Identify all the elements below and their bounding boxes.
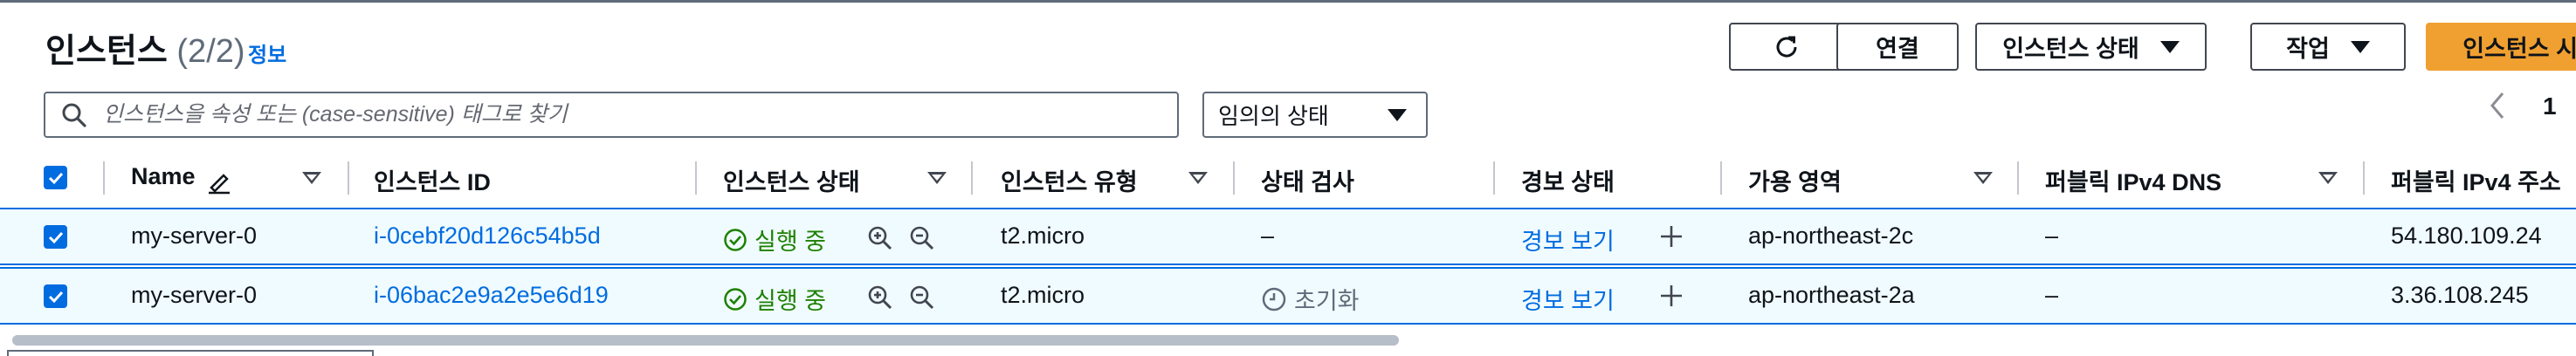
column-header-alarm-status[interactable]: 경보 상태 xyxy=(1521,163,1615,197)
row-checkbox[interactable] xyxy=(44,225,67,249)
instance-name: my-server-0 xyxy=(131,282,258,308)
public-dns: – xyxy=(2045,222,2059,249)
public-dns: – xyxy=(2045,282,2059,308)
public-ip: 54.180.109.24 xyxy=(2391,222,2542,249)
sort-caret-icon[interactable] xyxy=(1973,172,1993,184)
instance-state-label: 실행 중 xyxy=(754,288,827,314)
search-box[interactable] xyxy=(44,92,1179,138)
availability-zone: ap-northeast-2a xyxy=(1748,282,1915,308)
add-icon[interactable] xyxy=(1657,222,1685,250)
column-divider xyxy=(1493,161,1495,195)
row-checkbox[interactable] xyxy=(44,284,67,308)
edit-pencil-icon xyxy=(209,174,230,195)
table-row[interactable]: my-server-0 i-06bac2e9a2e5e6d19 실행 중 t2.… xyxy=(0,267,2576,325)
search-icon xyxy=(62,103,86,127)
page-title-text: 인스턴스 xyxy=(45,33,168,70)
column-header-instance-state[interactable]: 인스턴스 상태 xyxy=(723,163,860,197)
column-header-public-dns[interactable]: 퍼블릭 IPv4 DNS xyxy=(2045,163,2221,197)
add-icon[interactable] xyxy=(1657,282,1685,310)
column-divider xyxy=(971,161,973,195)
column-divider xyxy=(2017,161,2019,195)
instance-state-button-label: 인스턴스 상태 xyxy=(2002,36,2139,62)
check-icon xyxy=(48,291,63,303)
status-check-label: 초기화 xyxy=(1294,288,1360,314)
public-ip: 3.36.108.245 xyxy=(2391,282,2529,308)
instance-name: my-server-0 xyxy=(131,222,258,249)
state-filter-select[interactable]: 임의의 상태 xyxy=(1202,92,1428,138)
table-row[interactable]: my-server-0 i-0cebf20d126c54b5d 실행 중 t2.… xyxy=(0,208,2576,265)
zoom-out-icon[interactable] xyxy=(908,284,936,312)
refresh-button[interactable] xyxy=(1729,23,1844,71)
column-divider xyxy=(348,161,349,195)
actions-button[interactable]: 작업 xyxy=(2250,23,2406,71)
instance-state-label: 실행 중 xyxy=(754,229,827,255)
select-all-checkbox[interactable] xyxy=(44,166,67,189)
zoom-out-icon[interactable] xyxy=(908,224,936,252)
prev-page-button[interactable] xyxy=(2487,90,2510,127)
status-check: 초기화 xyxy=(1261,282,1360,316)
connect-button-label: 연결 xyxy=(1876,36,1919,62)
launch-instance-button-label: 인스턴스 시작 xyxy=(2462,36,2576,62)
column-divider xyxy=(695,161,697,195)
check-icon xyxy=(48,172,63,184)
state-filter-value: 임의의 상태 xyxy=(1218,103,1329,129)
instance-type: t2.micro xyxy=(1001,222,1085,249)
column-divider xyxy=(103,161,105,195)
sort-caret-icon[interactable] xyxy=(302,172,321,184)
instance-id-link[interactable]: i-0cebf20d126c54b5d xyxy=(374,222,601,250)
zoom-in-icon[interactable] xyxy=(866,224,894,252)
instance-id-link[interactable]: i-06bac2e9a2e5e6d19 xyxy=(374,282,609,309)
column-header-instance-id[interactable]: 인스턴스 ID xyxy=(374,163,491,197)
connect-button[interactable]: 연결 xyxy=(1836,23,1959,71)
caret-down-icon xyxy=(1388,108,1407,121)
column-divider xyxy=(2363,161,2365,195)
page-title: 인스턴스 (2/2) xyxy=(45,24,245,72)
check-icon xyxy=(48,231,63,243)
check-circle-icon xyxy=(724,287,747,311)
launch-instance-button[interactable]: 인스턴스 시작 xyxy=(2426,23,2576,71)
caret-down-icon xyxy=(2159,40,2180,53)
selection-count: (2/2) xyxy=(176,33,245,70)
sort-caret-icon[interactable] xyxy=(1188,172,1208,184)
status-check: – xyxy=(1261,222,1275,249)
check-circle-icon xyxy=(724,228,747,251)
actions-button-label: 작업 xyxy=(2286,36,2330,62)
instance-state: 실행 중 xyxy=(723,222,826,257)
column-header-public-ip[interactable]: 퍼블릭 IPv4 주소 xyxy=(2391,163,2561,197)
view-alarms-link[interactable]: 경보 보기 xyxy=(1521,282,1615,316)
clock-icon xyxy=(1262,287,1286,311)
instance-state-button[interactable]: 인스턴스 상태 xyxy=(1975,23,2207,71)
column-header-availability-zone[interactable]: 가용 영역 xyxy=(1748,163,1842,197)
instance-type: t2.micro xyxy=(1001,282,1085,308)
refresh-icon xyxy=(1776,36,1797,58)
column-header-status-check[interactable]: 상태 검사 xyxy=(1261,163,1354,197)
column-header-name[interactable]: Name xyxy=(131,163,196,190)
table-header: Name 인스턴스 ID 인스턴스 상태 인스턴스 유형 상태 검사 경보 상태… xyxy=(0,153,2576,203)
sort-caret-icon[interactable] xyxy=(2318,172,2338,184)
view-alarms-link[interactable]: 경보 보기 xyxy=(1521,222,1615,257)
info-link[interactable]: 정보 xyxy=(248,38,286,68)
column-header-instance-type[interactable]: 인스턴스 유형 xyxy=(1001,163,1138,197)
zoom-in-icon[interactable] xyxy=(866,284,894,312)
caret-down-icon xyxy=(2350,40,2370,53)
column-divider xyxy=(1720,161,1722,195)
search-input[interactable] xyxy=(101,101,1153,128)
sort-caret-icon[interactable] xyxy=(927,172,947,184)
availability-zone: ap-northeast-2c xyxy=(1748,222,1914,249)
tooltip-popover xyxy=(7,350,374,356)
instance-state: 실행 중 xyxy=(723,282,826,316)
horizontal-scrollbar-thumb[interactable] xyxy=(12,335,1399,346)
chevron-left-icon xyxy=(2490,92,2504,119)
instances-panel: 인스턴스 (2/2) 정보 연결 인스턴스 상태 작업 인스턴스 시작 임의의 … xyxy=(0,0,2576,356)
page-number[interactable]: 1 xyxy=(2543,92,2557,120)
column-divider xyxy=(1233,161,1235,195)
